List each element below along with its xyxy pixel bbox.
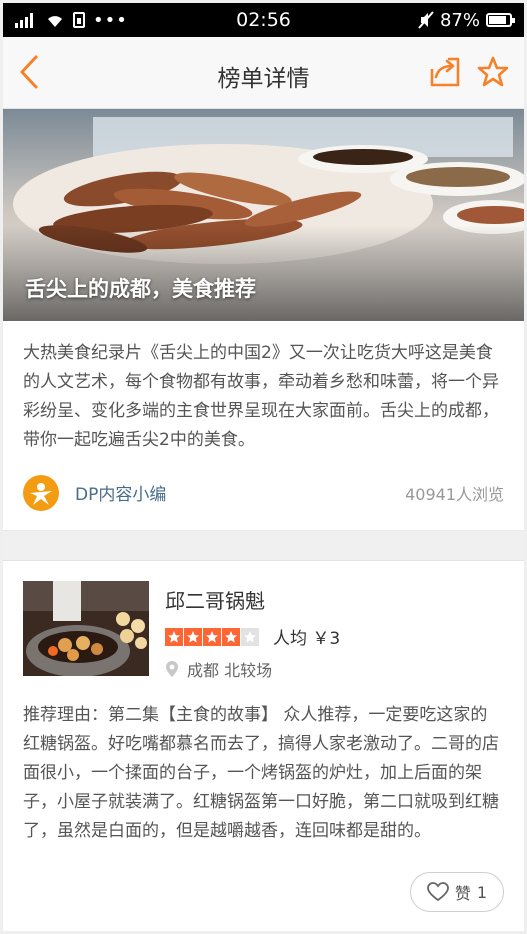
heart-icon (426, 882, 449, 902)
author-avatar[interactable] (23, 474, 59, 511)
star-filled-icon (222, 627, 240, 646)
location-pin-icon (166, 661, 178, 677)
battery-icon (486, 13, 515, 27)
star-filled-icon (165, 627, 183, 646)
nav-bar: 榜单详情 (3, 37, 524, 109)
rating-row: 人均 ￥3 (165, 624, 340, 649)
average-price: 人均 ￥3 (273, 629, 341, 649)
item-header: 邱二哥锅魁 人均 ￥3 成都 北较场 (23, 581, 504, 681)
star-filled-icon (203, 627, 221, 646)
like-button[interactable]: 赞 1 (410, 872, 504, 912)
shop-name[interactable]: 邱二哥锅魁 (165, 585, 340, 614)
section-divider (3, 531, 524, 561)
location-text: 成都 北较场 (187, 661, 273, 680)
share-icon (430, 57, 460, 87)
like-label: 赞 (454, 884, 471, 903)
guokui-stove-photo (23, 581, 149, 676)
battery-fill (489, 16, 506, 24)
dianping-logo-icon (30, 482, 52, 505)
location-row: 成都 北较场 (165, 657, 340, 681)
star-outline-icon (477, 56, 509, 87)
star-rating (165, 627, 259, 646)
like-row: 赞 1 (23, 872, 504, 912)
recommend-reason: 推荐理由：第二集【主食的故事】 众人推荐，一定要吃这家的红糖锅盔。好吃嘴都慕名而… (23, 705, 499, 841)
hero-title: 舌尖上的成都，美食推荐 (25, 277, 256, 301)
author-name[interactable]: DP内容小编 (75, 480, 166, 505)
item-info: 邱二哥锅魁 人均 ￥3 成都 北较场 (165, 581, 340, 681)
share-button[interactable] (428, 55, 462, 93)
list-item[interactable]: 邱二哥锅魁 人均 ￥3 成都 北较场 推荐理由：第二集【主食的故事】 众人推荐，… (3, 561, 524, 912)
hero-banner[interactable]: 舌尖上的成都，美食推荐 (3, 109, 524, 321)
list-description: 大热美食纪录片《舌尖上的中国2》又一次让吃货大呼这是美食的人文艺术，每个食物都有… (23, 343, 499, 450)
phone-screen: ••• 02:56 87% 榜单详情 舌尖上的成都，美食推荐 大热美食纪录片《舌… (3, 3, 524, 931)
author-row[interactable]: DP内容小编 40941人浏览 (3, 455, 524, 531)
shop-photo[interactable] (23, 581, 149, 676)
star-filled-icon (184, 627, 202, 646)
status-bar: ••• 02:56 87% (3, 3, 524, 37)
favorite-button[interactable] (476, 55, 510, 93)
status-time: 02:56 (236, 9, 291, 31)
view-count: 40941人浏览 (405, 484, 504, 504)
like-count: 1 (476, 882, 488, 902)
star-empty-icon (241, 627, 259, 646)
